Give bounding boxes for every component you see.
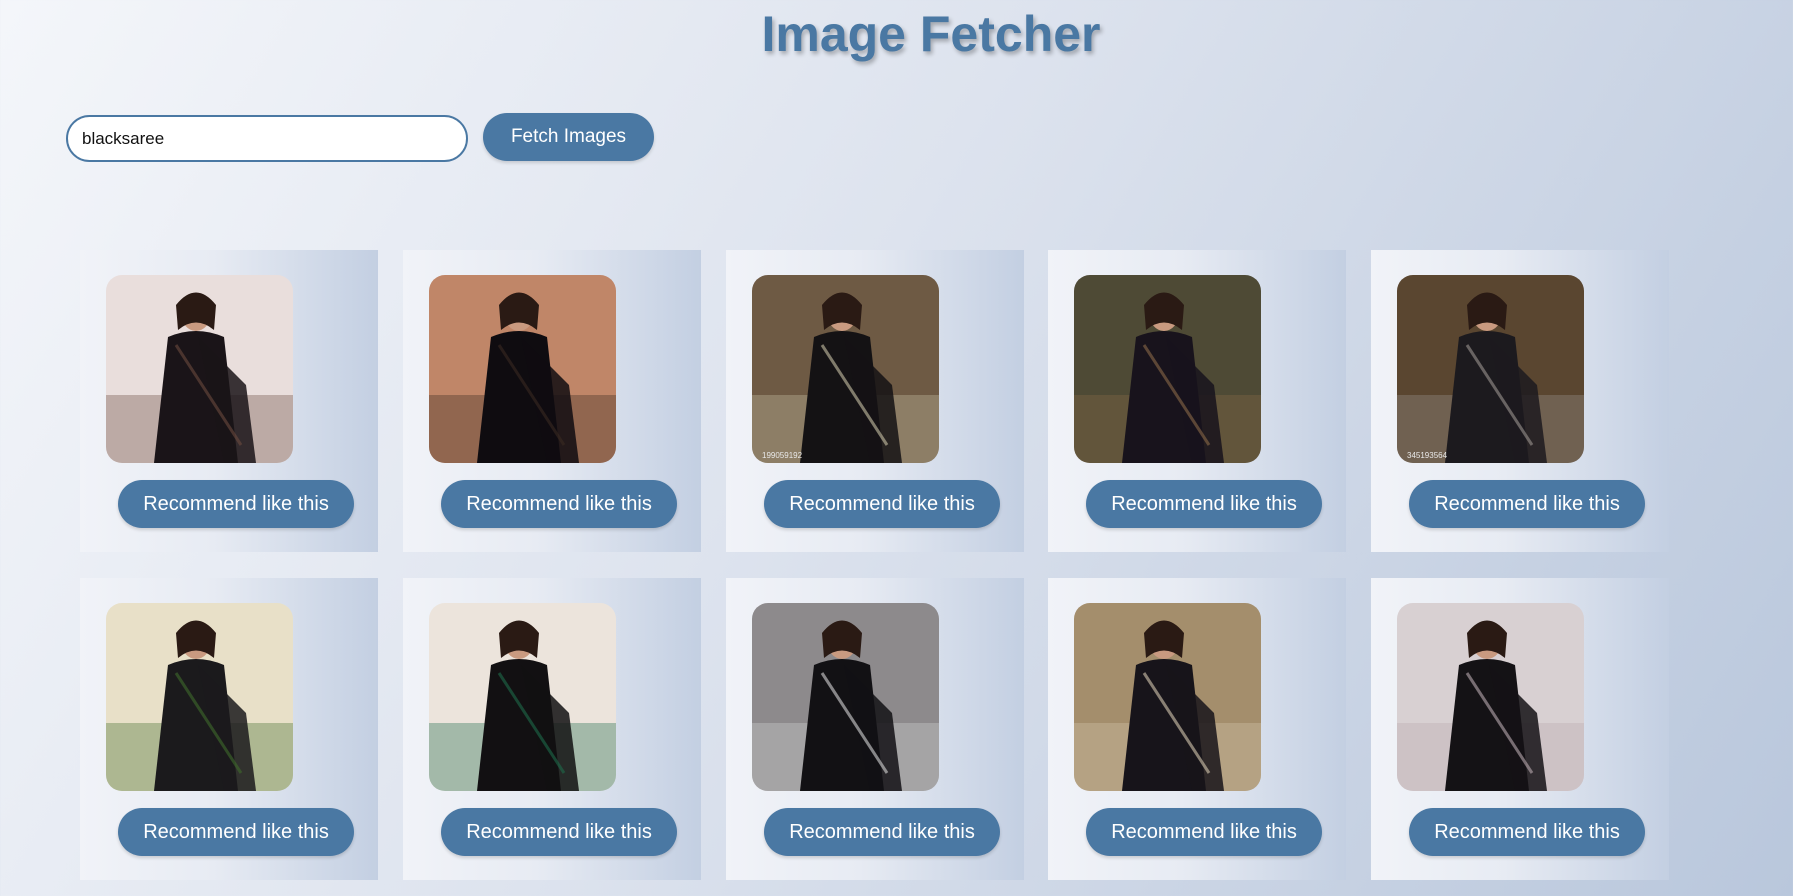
result-card: Recommend like this: [403, 578, 701, 880]
recommend-like-this-button[interactable]: Recommend like this: [1409, 808, 1645, 856]
recommend-like-this-button[interactable]: Recommend like this: [1086, 808, 1322, 856]
recommend-like-this-button[interactable]: Recommend like this: [441, 480, 677, 528]
result-image[interactable]: [1074, 603, 1261, 791]
fetch-images-button[interactable]: Fetch Images: [483, 113, 654, 161]
result-card: Recommend like this: [80, 250, 378, 552]
result-image[interactable]: 345193564: [1397, 275, 1584, 463]
result-image[interactable]: [106, 275, 293, 463]
result-card: Recommend like this: [726, 578, 1024, 880]
result-image[interactable]: [1397, 603, 1584, 791]
result-image[interactable]: [1074, 275, 1261, 463]
search-input[interactable]: [66, 115, 468, 162]
recommend-like-this-button[interactable]: Recommend like this: [118, 808, 354, 856]
recommend-like-this-button[interactable]: Recommend like this: [118, 480, 354, 528]
result-image[interactable]: [106, 603, 293, 791]
result-card: Recommend like this: [80, 578, 378, 880]
image-caption: 345193564: [1407, 451, 1448, 460]
result-image[interactable]: 199059192: [752, 275, 939, 463]
result-card: 345193564 Recommend like this: [1371, 250, 1669, 552]
result-card: 199059192 Recommend like this: [726, 250, 1024, 552]
recommend-like-this-button[interactable]: Recommend like this: [764, 808, 1000, 856]
result-card: Recommend like this: [403, 250, 701, 552]
page-title: Image Fetcher: [761, 6, 1101, 62]
recommend-like-this-button[interactable]: Recommend like this: [1086, 480, 1322, 528]
result-image[interactable]: [429, 603, 616, 791]
recommend-like-this-button[interactable]: Recommend like this: [441, 808, 677, 856]
result-card: Recommend like this: [1371, 578, 1669, 880]
result-card: Recommend like this: [1048, 578, 1346, 880]
image-caption: 199059192: [762, 451, 803, 460]
result-image[interactable]: [752, 603, 939, 791]
result-image[interactable]: [429, 275, 616, 463]
recommend-like-this-button[interactable]: Recommend like this: [764, 480, 1000, 528]
recommend-like-this-button[interactable]: Recommend like this: [1409, 480, 1645, 528]
result-card: Recommend like this: [1048, 250, 1346, 552]
